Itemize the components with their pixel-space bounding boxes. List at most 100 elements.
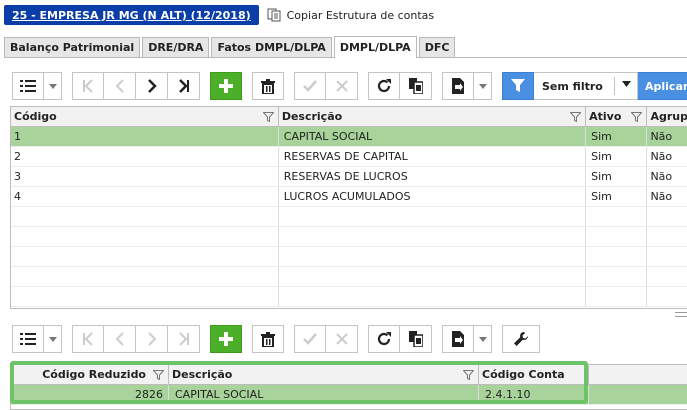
apply-filter-button[interactable]: Aplicar: [638, 72, 687, 100]
export-icon: [452, 331, 464, 347]
list-icon: [20, 80, 36, 92]
export-button[interactable]: [442, 325, 474, 353]
column-header-codigo-conta[interactable]: Código Conta: [479, 365, 589, 384]
last-record-button[interactable]: [168, 72, 200, 100]
plus-icon: [219, 79, 233, 93]
chevron-right-icon: [147, 332, 156, 346]
trash-icon: [261, 331, 275, 347]
table-row[interactable]: 4 LUCROS ACUMULADOS Sim Não: [11, 187, 687, 207]
settings-button[interactable]: [502, 325, 540, 353]
add-button[interactable]: [210, 72, 242, 100]
list-menu-button[interactable]: [12, 325, 44, 353]
cell-agrup: Não: [650, 150, 673, 163]
cell-codigo-reduzido: 2826: [11, 385, 169, 404]
column-filter-icon[interactable]: [463, 370, 474, 380]
close-icon: [335, 80, 348, 92]
column-filter-icon[interactable]: [570, 112, 582, 122]
filter-select[interactable]: Sem filtro: [534, 72, 638, 100]
list-icon: [20, 333, 36, 345]
cancel-button[interactable]: [326, 72, 358, 100]
cell-agrup: Não: [650, 190, 673, 203]
table-row[interactable]: 2 RESERVAS DE CAPITAL Sim Não: [11, 147, 687, 167]
cancel-button[interactable]: [326, 325, 358, 353]
filter-select-value: Sem filtro: [542, 79, 603, 93]
bottom-toolbar: [12, 325, 540, 353]
last-record-button[interactable]: [168, 325, 200, 353]
table-row[interactable]: 1 CAPITAL SOCIAL Sim Não: [11, 127, 687, 147]
duplicate-button[interactable]: [400, 325, 432, 353]
tab-dfc[interactable]: DFC: [418, 37, 456, 57]
close-icon: [335, 333, 348, 345]
table-row[interactable]: 2826 CAPITAL SOCIAL 2.4.1.10: [11, 385, 687, 405]
column-filter-icon[interactable]: [262, 112, 274, 122]
column-filter-icon[interactable]: [631, 112, 643, 122]
column-header-descricao[interactable]: Descrição: [169, 365, 479, 384]
cell-ativo: Sim: [586, 187, 648, 206]
tab-dre-dra[interactable]: DRE/DRA: [142, 37, 210, 57]
top-bar: 25 - EMPRESA JR MG (N ALT) (12/2018) Cop…: [4, 4, 434, 26]
export-dropdown[interactable]: [474, 72, 492, 100]
next-record-button[interactable]: [136, 72, 168, 100]
filter-icon: [511, 79, 525, 92]
tab-fatos-dmpl-dlpa[interactable]: Fatos DMPL/DLPA: [211, 37, 332, 57]
filter-button[interactable]: [502, 72, 534, 100]
linked-accounts-grid: Código Reduzido Descrição Código Conta 2…: [10, 364, 687, 410]
delete-button[interactable]: [252, 72, 284, 100]
tab-bar: Balanço Patrimonial DRE/DRA Fatos DMPL/D…: [4, 36, 687, 58]
column-header-ativo[interactable]: Ativo: [586, 107, 648, 126]
caret-down-icon: [48, 336, 57, 342]
chevron-left-icon: [115, 79, 124, 93]
splitter-handle[interactable]: [675, 312, 687, 317]
cell-codigo: 3: [11, 167, 279, 186]
empty-row: [11, 267, 687, 287]
cell-descricao: CAPITAL SOCIAL: [169, 385, 479, 404]
export-dropdown[interactable]: [474, 325, 492, 353]
last-icon: [178, 332, 189, 346]
first-icon: [83, 332, 93, 346]
cell-descricao: RESERVAS DE CAPITAL: [279, 147, 587, 166]
first-record-button[interactable]: [72, 325, 104, 353]
next-record-button[interactable]: [136, 325, 168, 353]
refresh-button[interactable]: [368, 72, 400, 100]
previous-record-button[interactable]: [104, 72, 136, 100]
cell-codigo-conta: 2.4.1.10: [479, 385, 589, 404]
confirm-button[interactable]: [294, 325, 326, 353]
export-button[interactable]: [442, 72, 474, 100]
copy-structure-link[interactable]: Copiar Estrutura de contas: [267, 8, 435, 22]
column-header-codigo-reduzido[interactable]: Código Reduzido: [11, 365, 169, 384]
column-header-codigo[interactable]: Código: [11, 107, 279, 126]
cell-descricao: CAPITAL SOCIAL: [279, 127, 587, 146]
caret-down-icon: [48, 83, 57, 89]
cell-ativo: Sim: [586, 147, 648, 166]
list-menu-dropdown[interactable]: [44, 72, 62, 100]
grid-header: Código Reduzido Descrição Código Conta: [11, 365, 687, 385]
copy-icon: [408, 78, 423, 94]
first-record-button[interactable]: [72, 72, 104, 100]
copy-icon: [408, 331, 423, 347]
chevron-right-icon: [147, 79, 157, 93]
confirm-button[interactable]: [294, 72, 326, 100]
caret-down-icon: [478, 83, 487, 89]
cell-codigo: 4: [11, 187, 279, 206]
tab-dmpl-dlpa[interactable]: DMPL/DLPA: [333, 36, 417, 58]
table-row[interactable]: 3 RESERVAS DE LUCROS Sim Não: [11, 167, 687, 187]
delete-button[interactable]: [252, 325, 284, 353]
tab-balanco-patrimonial[interactable]: Balanço Patrimonial: [4, 37, 141, 57]
column-filter-icon[interactable]: [153, 370, 164, 380]
cell-ativo: Sim: [586, 127, 648, 146]
company-selector-button[interactable]: 25 - EMPRESA JR MG (N ALT) (12/2018): [4, 5, 259, 25]
check-icon: [303, 80, 317, 92]
column-header-agrup[interactable]: Agrup: [647, 107, 687, 126]
empty-row: [11, 287, 687, 307]
copy-structure-label: Copiar Estrutura de contas: [286, 8, 435, 22]
add-button[interactable]: [210, 325, 242, 353]
previous-record-button[interactable]: [104, 325, 136, 353]
list-menu-button[interactable]: [12, 72, 44, 100]
chevron-left-icon: [115, 332, 124, 346]
cell-codigo: 1: [11, 127, 279, 146]
list-menu-dropdown[interactable]: [44, 325, 62, 353]
refresh-button[interactable]: [368, 325, 400, 353]
duplicate-button[interactable]: [400, 72, 432, 100]
cell-agrup: Não: [650, 130, 673, 143]
column-header-descricao[interactable]: Descrição: [279, 107, 587, 126]
